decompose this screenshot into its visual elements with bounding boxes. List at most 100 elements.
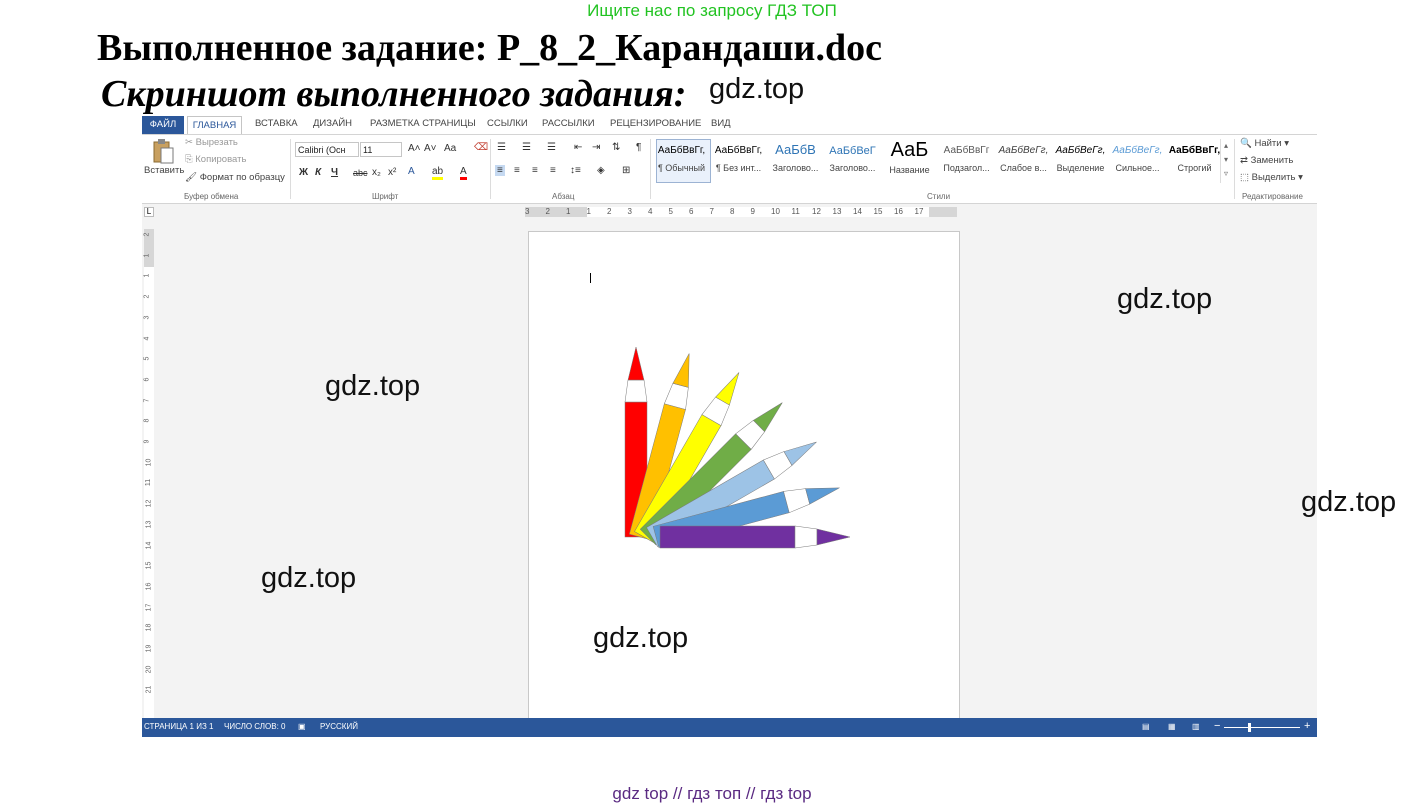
style-preview: АаБбВвГг, <box>714 145 763 156</box>
grow-font-button[interactable]: A˄ <box>408 143 421 154</box>
ruler-margin-right <box>929 207 957 217</box>
tab-file[interactable]: ФАЙЛ <box>142 116 184 134</box>
cut-button[interactable]: ✂ Вырезать <box>185 137 238 148</box>
align-left-icon[interactable]: ≡ <box>495 165 505 176</box>
vertical-ruler[interactable]: 2 1 1 2 3 4 5 6 7 8 9 10 11 12 13 14 15 16 17 18 19 20 21 <box>143 229 154 719</box>
subscript-button[interactable]: x₂ <box>372 167 381 178</box>
underline-button[interactable]: Ч <box>331 167 338 178</box>
style-strong[interactable]: АаБбВвГг, Строгий <box>1167 139 1222 183</box>
font-size-select[interactable]: 11 <box>360 142 402 157</box>
ruler-number: 1 <box>586 207 591 216</box>
strike-button[interactable]: abc <box>353 168 368 178</box>
sort-icon[interactable]: ⇅ <box>612 142 620 153</box>
tab-design[interactable]: ДИЗАЙН <box>313 118 352 129</box>
format-painter-button[interactable]: 🖌 Формат по образцу <box>185 172 285 183</box>
tab-insert[interactable]: ВСТАВКА <box>255 118 298 129</box>
increase-indent-icon[interactable]: ⇥ <box>592 142 600 153</box>
tab-selector[interactable]: L <box>144 207 154 217</box>
ruler-number: 10 <box>145 458 153 467</box>
status-word-count[interactable]: ЧИСЛО СЛОВ: 0 <box>224 722 286 731</box>
paste-icon[interactable] <box>152 138 174 164</box>
copy-button[interactable]: ⎘ Копировать <box>185 154 246 165</box>
align-center-icon[interactable]: ≡ <box>514 165 520 176</box>
ruler-number: 17 <box>914 207 924 216</box>
read-mode-icon[interactable]: ▤ <box>1142 722 1150 731</box>
line-spacing-icon[interactable]: ↕≡ <box>570 165 581 176</box>
status-language[interactable]: РУССКИЙ <box>320 722 358 731</box>
font-name-select[interactable]: Calibri (Осн <box>295 142 359 157</box>
numbering-icon[interactable]: ☰ <box>522 142 531 153</box>
pencil-body <box>659 525 796 549</box>
justify-icon[interactable]: ≡ <box>550 165 556 176</box>
tab-home[interactable]: ГЛАВНАЯ <box>187 116 242 134</box>
proofing-icon[interactable]: ▣ <box>298 722 306 731</box>
font-color-button[interactable]: A <box>460 166 467 180</box>
ruler-number: 20 <box>145 665 153 674</box>
web-layout-icon[interactable]: ▥ <box>1192 722 1200 731</box>
tab-mailings[interactable]: РАССЫЛКИ <box>542 118 595 129</box>
decrease-indent-icon[interactable]: ⇤ <box>574 142 582 153</box>
style-title[interactable]: АаБ Название <box>882 139 937 183</box>
ribbon: Вставить ✂ Вырезать ⎘ Копировать 🖌 Форма… <box>142 135 1317 204</box>
tab-view[interactable]: ВИД <box>711 118 731 129</box>
tab-references[interactable]: ССЫЛКИ <box>487 118 528 129</box>
ruler-number: 15 <box>145 561 153 570</box>
style-heading2[interactable]: АаБбВеГ Заголово... <box>825 139 880 183</box>
ruler-number: 8 <box>730 207 735 216</box>
style-subtle-emphasis[interactable]: АаБбВеГг, Слабое в... <box>996 139 1051 183</box>
ruler-number: 9 <box>143 439 151 444</box>
print-layout-icon[interactable]: ▦ <box>1168 722 1176 731</box>
select-button[interactable]: ⬚ Выделить ▾ <box>1240 172 1303 183</box>
ruler-number: 16 <box>145 582 153 591</box>
ruler-number: 7 <box>709 207 714 216</box>
style-label: Слабое в... <box>1000 163 1047 173</box>
ruler-number: 12 <box>812 207 821 216</box>
pilcrow-icon[interactable]: ¶ <box>636 142 641 153</box>
superscript-button[interactable]: x² <box>388 167 396 178</box>
borders-icon[interactable]: ⊞ <box>622 165 630 176</box>
ruler-number: 5 <box>143 356 151 361</box>
clear-format-icon[interactable]: ⌫ <box>474 142 488 153</box>
style-normal[interactable]: АаБбВвГг, ¶ Обычный <box>654 139 709 183</box>
align-right-icon[interactable]: ≡ <box>532 165 538 176</box>
bullets-icon[interactable]: ☰ <box>497 142 506 153</box>
shrink-font-button[interactable]: A˅ <box>424 143 437 154</box>
styles-scroll[interactable]: ▴ ▾ ▿ <box>1220 139 1231 183</box>
ruler-number: 13 <box>145 520 153 529</box>
ruler-number: 16 <box>894 207 903 216</box>
style-emphasis[interactable]: АаБбВеГг, Выделение <box>1053 139 1108 183</box>
ruler-number: 2 <box>143 294 151 299</box>
find-button[interactable]: 🔍 Найти ▾ <box>1240 138 1289 149</box>
multilevel-icon[interactable]: ☰ <box>547 142 556 153</box>
tab-layout[interactable]: РАЗМЕТКА СТРАНИЦЫ <box>370 118 476 129</box>
style-no-spacing[interactable]: АаБбВвГг, ¶ Без инт... <box>711 139 766 183</box>
ruler-number: 10 <box>771 207 780 216</box>
paste-button[interactable]: Вставить <box>144 165 184 176</box>
italic-button[interactable]: К <box>315 167 321 178</box>
shading-icon[interactable]: ◈ <box>597 165 605 176</box>
highlight-icon[interactable]: ab <box>432 166 444 180</box>
style-label: Заголово... <box>829 163 876 173</box>
zoom-slider[interactable] <box>1224 727 1300 728</box>
pencil-tip <box>715 372 740 406</box>
ruler-margin-left <box>525 207 587 217</box>
style-label: ¶ Без инт... <box>715 163 762 173</box>
style-intense-emphasis[interactable]: АаБбВеГг, Сильное... <box>1110 139 1165 183</box>
change-case-button[interactable]: Aa <box>444 143 456 154</box>
tab-review[interactable]: РЕЦЕНЗИРОВАНИЕ <box>610 118 701 129</box>
ruler-number: 6 <box>143 377 151 382</box>
replace-button[interactable]: ⇄ Заменить <box>1240 155 1293 166</box>
style-subtitle[interactable]: АаБбВвГг Подзагол... <box>939 139 994 183</box>
style-heading1[interactable]: АаБбВ Заголово... <box>768 139 823 183</box>
bold-button[interactable]: Ж <box>299 167 308 178</box>
style-label: ¶ Обычный <box>657 163 706 173</box>
status-page[interactable]: СТРАНИЦА 1 ИЗ 1 <box>144 722 213 731</box>
style-label: Название <box>889 165 930 175</box>
format-painter-label: Формат по образцу <box>199 172 285 183</box>
status-bar: СТРАНИЦА 1 ИЗ 1 ЧИСЛО СЛОВ: 0 ▣ РУССКИЙ … <box>142 718 1317 737</box>
zoom-in-icon[interactable]: + <box>1304 720 1310 732</box>
horizontal-ruler[interactable]: 3 2 1 1 2 3 4 5 6 7 8 9 10 11 12 13 14 15 16 17 <box>525 207 957 217</box>
zoom-slider-thumb[interactable] <box>1248 723 1251 732</box>
zoom-out-icon[interactable]: − <box>1214 720 1220 732</box>
text-effects-icon[interactable]: A <box>408 166 415 177</box>
